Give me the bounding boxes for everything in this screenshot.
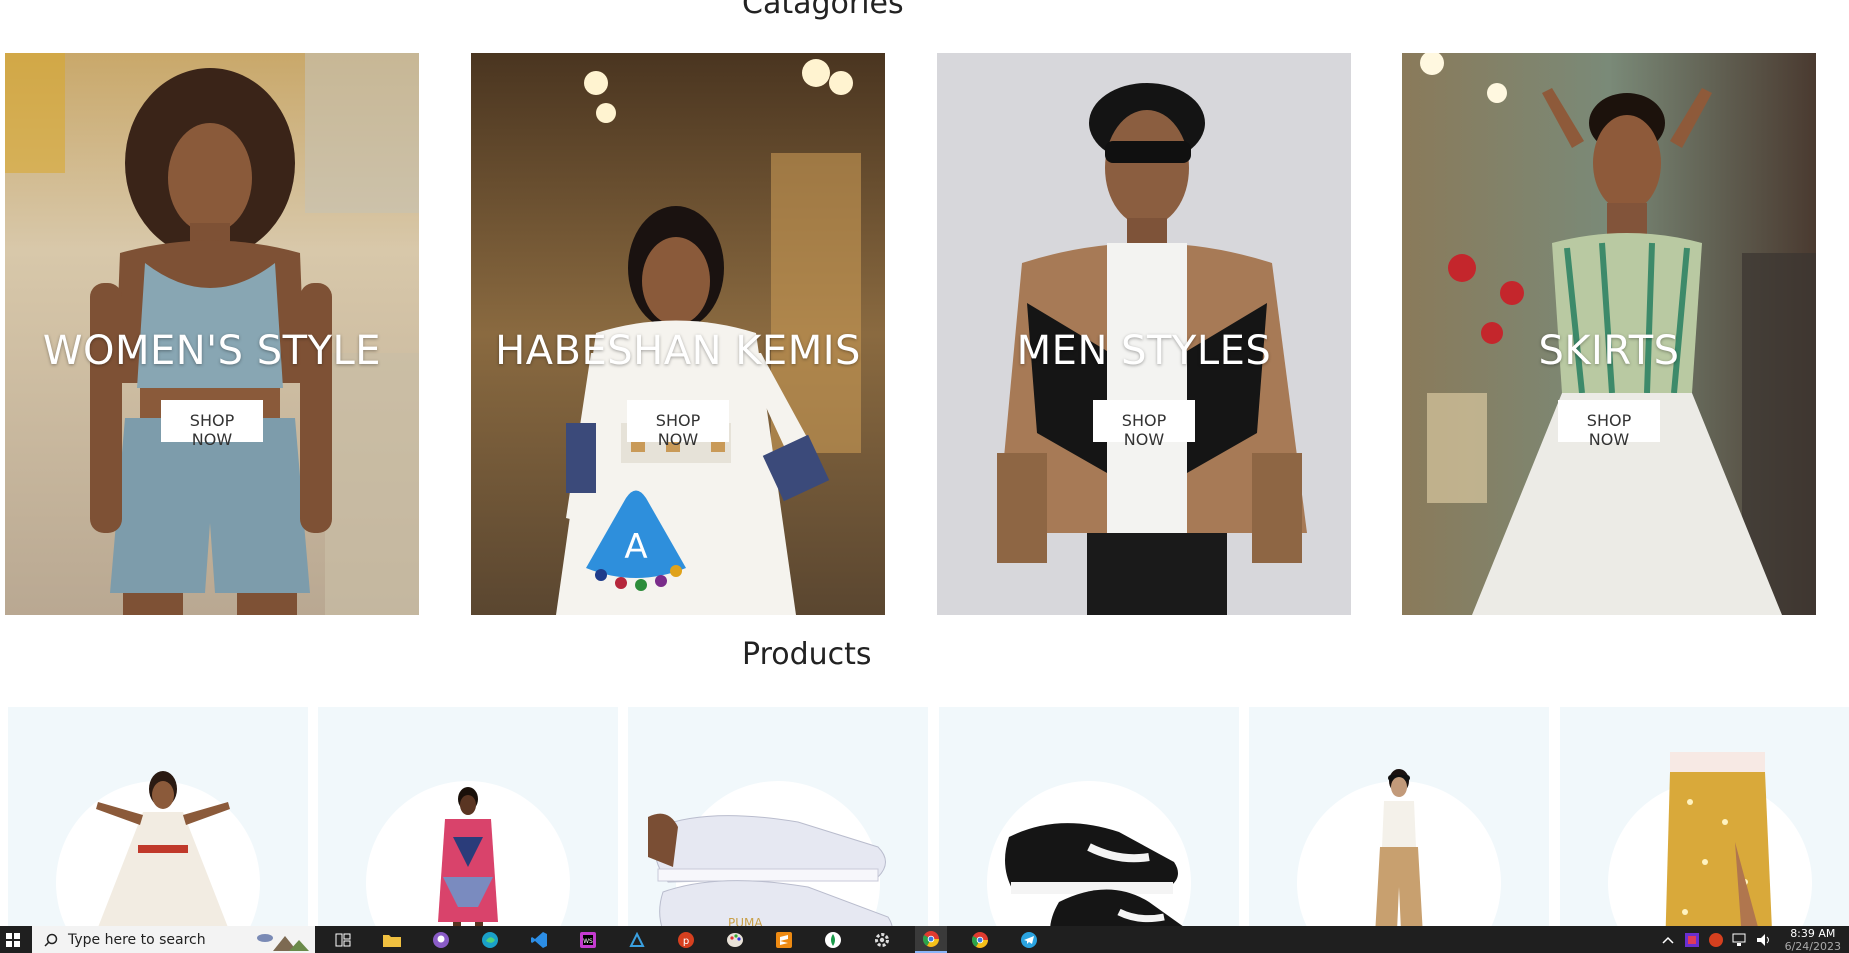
sublime-icon [776, 931, 792, 948]
tray-app-icon [1684, 932, 1699, 947]
telegram-icon [1021, 931, 1037, 948]
settings-button[interactable] [866, 926, 898, 953]
github-desktop-button[interactable] [425, 926, 457, 953]
azure-data-studio-button[interactable] [621, 926, 653, 953]
shop-now-button[interactable]: SHOP NOW [1558, 400, 1660, 449]
github-icon [433, 931, 449, 948]
category-title: WOMEN'S STYLE [42, 328, 382, 374]
chrome-profile-button[interactable] [964, 926, 996, 953]
svg-text:A: A [624, 527, 647, 567]
system-tray: 8:39 AM 6/24/2023 [1653, 926, 1849, 953]
data-studio-icon [629, 931, 645, 947]
chrome-button[interactable] [915, 926, 947, 953]
paint-palette-icon [727, 932, 743, 947]
telegram-button[interactable] [1013, 926, 1045, 953]
product-card[interactable]: PUMA [628, 707, 928, 953]
clock-time: 8:39 AM [1790, 926, 1836, 940]
tray-app-1[interactable] [1683, 932, 1701, 947]
shop-now-button[interactable]: SHOP NOW [1093, 400, 1195, 449]
product-image [1665, 752, 1773, 953]
chrome-icon [923, 930, 939, 947]
file-explorer-button[interactable] [376, 926, 408, 953]
categories-title: Catagories [742, 0, 904, 21]
clock-date: 6/24/2023 [1784, 939, 1841, 953]
volume-button[interactable] [1755, 933, 1773, 947]
svg-text:WS: WS [583, 938, 593, 945]
products-title: Products [742, 637, 872, 672]
edge-icon [482, 931, 498, 948]
chrome-icon [972, 931, 988, 948]
search-highlight-icon [257, 934, 309, 951]
category-card-habeshan-kemis[interactable]: A HABESHAN KEMIS SHOP NOW [471, 53, 885, 615]
product-card[interactable] [939, 707, 1239, 953]
taskbar: Type here to search WS p 8:39 AM 6/24/20… [0, 926, 1849, 953]
windows-logo-icon [6, 932, 20, 947]
category-card-womens-style[interactable]: WOMEN'S STYLE SHOP NOW [5, 53, 419, 615]
postman-icon [1708, 932, 1723, 947]
shop-now-button[interactable]: SHOP NOW [627, 400, 729, 449]
vscode-button[interactable] [523, 926, 555, 953]
vscode-icon [531, 931, 547, 948]
category-card-skirts[interactable]: SKIRTS SHOP NOW [1402, 53, 1816, 615]
category-title: HABESHAN KEMIS [495, 328, 861, 374]
product-card[interactable] [8, 707, 308, 953]
postman-icon: p [678, 931, 694, 948]
chevron-up-icon [1662, 936, 1674, 944]
postman-button[interactable]: p [670, 926, 702, 953]
show-hidden-icons-button[interactable] [1659, 933, 1677, 947]
page: Catagories WOMEN'S STYLE SHOP NOW A HABE… [0, 0, 1849, 953]
network-button[interactable] [1731, 933, 1749, 947]
folder-icon [383, 934, 401, 947]
category-card-men-styles[interactable]: MEN STYLES SHOP NOW [937, 53, 1351, 615]
tray-postman[interactable] [1707, 932, 1725, 947]
paint-button[interactable] [719, 926, 751, 953]
task-view-icon [335, 933, 351, 946]
product-card[interactable] [318, 707, 618, 953]
category-title: SKIRTS [1538, 328, 1680, 374]
product-card[interactable] [1249, 707, 1549, 953]
mongodb-compass-button[interactable] [817, 926, 849, 953]
network-icon [1732, 933, 1746, 946]
search-placeholder: Type here to search [68, 931, 206, 948]
webstorm-icon: WS [580, 931, 596, 948]
gear-icon [875, 932, 889, 947]
sublime-button[interactable] [768, 926, 800, 953]
taskbar-apps: WS p [327, 926, 1062, 953]
shop-now-button[interactable]: SHOP NOW [161, 400, 263, 449]
task-view-button[interactable] [327, 926, 359, 953]
clock[interactable]: 8:39 AM 6/24/2023 [1785, 927, 1841, 953]
taskbar-search-box[interactable]: Type here to search [32, 926, 315, 953]
windows-start-button[interactable] [0, 926, 26, 953]
svg-text:p: p [683, 936, 689, 947]
category-title: MEN STYLES [1016, 328, 1272, 374]
edge-browser-button[interactable] [474, 926, 506, 953]
webstorm-button[interactable]: WS [572, 926, 604, 953]
mongodb-leaf-icon [825, 931, 841, 948]
speaker-icon [1756, 933, 1769, 946]
search-icon [44, 933, 58, 947]
product-card[interactable] [1560, 707, 1849, 953]
